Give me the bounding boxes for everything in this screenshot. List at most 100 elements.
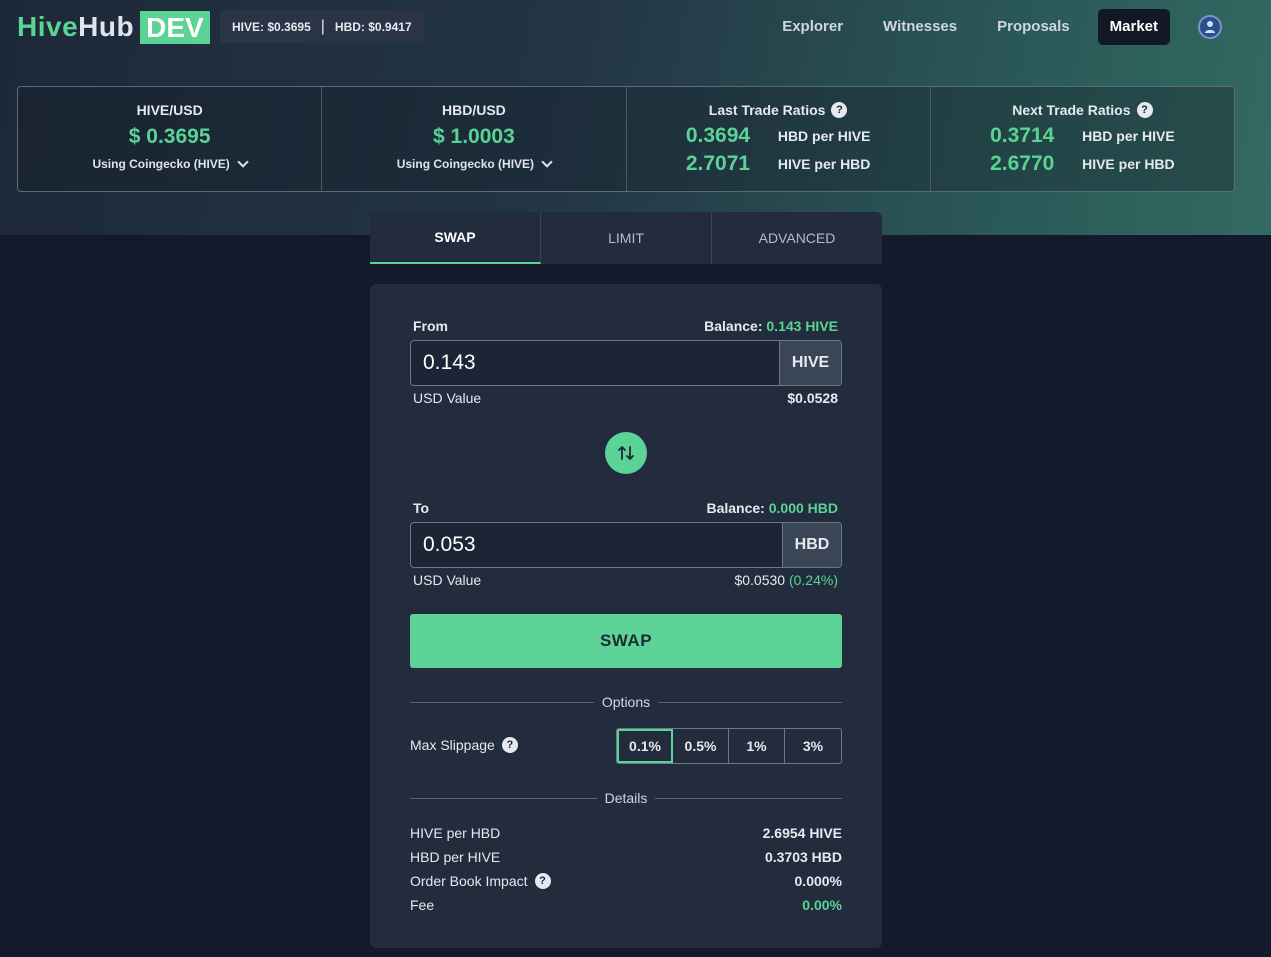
swap-card: From Balance: 0.143 HIVE HIVE USD Value …	[370, 284, 882, 948]
help-icon[interactable]: ?	[501, 737, 518, 753]
ratio-row: 2.7071 HIVE per HBD	[686, 150, 871, 178]
ratio-row: 0.3714 HBD per HIVE	[990, 122, 1175, 150]
swap-button[interactable]: SWAP	[410, 614, 842, 668]
detail-row: Order Book Impact ? 0.000%	[410, 873, 842, 889]
price-source-dropdown[interactable]: Using Coingecko (HIVE)	[92, 156, 249, 171]
last-trade-label: Last Trade Ratios	[708, 102, 826, 118]
details-title: Details	[604, 790, 648, 806]
ratio-rows: 0.3714 HBD per HIVE 2.6770 HIVE per HBD	[990, 122, 1175, 178]
from-field: HIVE	[410, 340, 842, 386]
nav-explorer[interactable]: Explorer	[762, 9, 863, 45]
ratio-unit: HIVE per HBD	[777, 156, 871, 172]
ratio-unit: HBD per HIVE	[777, 128, 871, 144]
swap-direction-button[interactable]	[605, 432, 647, 474]
balance-label: Balance:	[706, 500, 765, 516]
ticker-hbd-usd: HBD/USD $ 1.0003 Using Coingecko (HIVE)	[322, 87, 627, 191]
to-field: HBD	[410, 522, 842, 568]
detail-value: 0.00%	[802, 897, 842, 913]
next-trade-label: Next Trade Ratios	[1012, 102, 1131, 118]
tab-swap[interactable]: SWAP	[370, 212, 541, 264]
hive-price: $0.3695	[267, 19, 311, 34]
market-ticker: HIVE/USD $ 0.3695 Using Coingecko (HIVE)…	[17, 86, 1235, 192]
logo[interactable]: Hive Hub DEV	[17, 10, 210, 44]
detail-key: Fee	[410, 897, 435, 913]
options-title: Options	[601, 694, 651, 710]
balance-value: 0.143 HIVE	[766, 318, 838, 334]
ticker-value: $ 1.0003	[433, 125, 515, 148]
to-amount-input[interactable]	[411, 523, 782, 567]
ticker-last-trade: Last Trade Ratios ? 0.3694 HBD per HIVE …	[627, 87, 931, 191]
to-usd-amount: $0.0530	[734, 572, 786, 588]
logo-hive-text: Hive	[17, 11, 79, 42]
slippage-label-text: Max Slippage	[410, 737, 495, 753]
ratio-unit: HBD per HIVE	[1082, 128, 1175, 144]
from-usd-label: USD Value	[413, 390, 482, 406]
price-source-dropdown[interactable]: Using Coingecko (HIVE)	[396, 156, 553, 171]
slippage-option[interactable]: 1%	[729, 729, 785, 763]
options-divider: Options	[410, 692, 842, 712]
ticker-label: Last Trade Ratios ?	[709, 102, 848, 118]
ticker-label: HBD/USD	[441, 102, 506, 118]
hbd-price: $0.9417	[368, 19, 412, 34]
chevron-down-icon	[541, 156, 553, 168]
ratio-unit: HIVE per HBD	[1082, 156, 1175, 172]
chevron-down-icon	[237, 156, 249, 168]
to-label: To	[413, 500, 430, 516]
help-icon[interactable]: ?	[831, 102, 848, 118]
tab-limit[interactable]: LIMIT	[541, 212, 712, 264]
detail-row: HIVE per HBD 2.6954 HIVE	[410, 825, 842, 841]
logo-hub-text: Hub	[78, 11, 135, 42]
price-source-label: Using Coingecko (HIVE)	[396, 157, 535, 171]
ratio-value: 0.3714	[990, 124, 1055, 147]
ratio-rows: 0.3694 HBD per HIVE 2.7071 HIVE per HBD	[686, 122, 871, 178]
nav-witnesses[interactable]: Witnesses	[863, 9, 977, 45]
from-unit: HIVE	[779, 341, 841, 385]
hive-price-label: HIVE:	[232, 19, 265, 34]
from-usd-value: $0.0528	[787, 390, 838, 406]
slippage-option[interactable]: 0.1%	[617, 729, 673, 763]
help-icon[interactable]: ?	[1136, 102, 1153, 118]
slippage-option[interactable]: 0.5%	[673, 729, 729, 763]
price-pill: HIVE: $0.3695 | HBD: $0.9417	[220, 10, 424, 43]
trade-tabs: SWAP LIMIT ADVANCED	[370, 212, 882, 264]
detail-key: HBD per HIVE	[410, 849, 501, 865]
ratio-value: 2.7071	[685, 152, 751, 175]
detail-key-text: Order Book Impact	[410, 873, 528, 889]
detail-row: HBD per HIVE 0.3703 HBD	[410, 849, 842, 865]
price-source-label: Using Coingecko (HIVE)	[92, 157, 230, 171]
help-icon[interactable]: ?	[534, 873, 551, 889]
ratio-row: 0.3694 HBD per HIVE	[686, 122, 871, 150]
balance-value: 0.000 HBD	[768, 500, 838, 516]
avatar[interactable]	[1198, 15, 1222, 39]
to-usd-diff: (0.24%)	[788, 572, 838, 588]
slippage-label: Max Slippage ?	[410, 737, 518, 753]
ticker-label: Next Trade Ratios ?	[1012, 102, 1153, 118]
detail-key: Order Book Impact ?	[410, 873, 551, 889]
ratio-value: 2.6770	[990, 152, 1055, 175]
from-label: From	[413, 318, 448, 334]
to-unit: HBD	[782, 523, 841, 567]
ratio-value: 0.3694	[685, 124, 751, 147]
detail-row: Fee 0.00%	[410, 897, 842, 913]
detail-value: 2.6954 HIVE	[762, 825, 842, 841]
hbd-price-label: HBD:	[334, 19, 365, 34]
price-separator: |	[320, 17, 325, 35]
nav-proposals[interactable]: Proposals	[977, 9, 1090, 45]
to-balance[interactable]: Balance: 0.000 HBD	[706, 500, 838, 516]
nav-market[interactable]: Market	[1097, 9, 1170, 45]
slippage-options: 0.1% 0.5% 1% 3%	[616, 728, 842, 764]
detail-value: 0.000%	[794, 873, 842, 889]
top-header: Hive Hub DEV HIVE: $0.3695 | HBD: $0.941…	[0, 0, 1271, 54]
from-balance[interactable]: Balance: 0.143 HIVE	[704, 318, 838, 334]
ticker-hive-usd: HIVE/USD $ 0.3695 Using Coingecko (HIVE)	[18, 87, 323, 191]
detail-key: HIVE per HBD	[410, 825, 501, 841]
to-usd-value: $0.0530 (0.24%)	[734, 572, 838, 588]
from-amount-input[interactable]	[411, 341, 779, 385]
tab-advanced[interactable]: ADVANCED	[712, 212, 882, 264]
balance-label: Balance:	[704, 318, 763, 334]
details-divider: Details	[410, 788, 843, 808]
to-usd-label: USD Value	[413, 572, 482, 588]
swap-direction-icon	[618, 446, 634, 460]
slippage-option[interactable]: 3%	[785, 729, 841, 763]
detail-value: 0.3703 HBD	[764, 849, 842, 865]
